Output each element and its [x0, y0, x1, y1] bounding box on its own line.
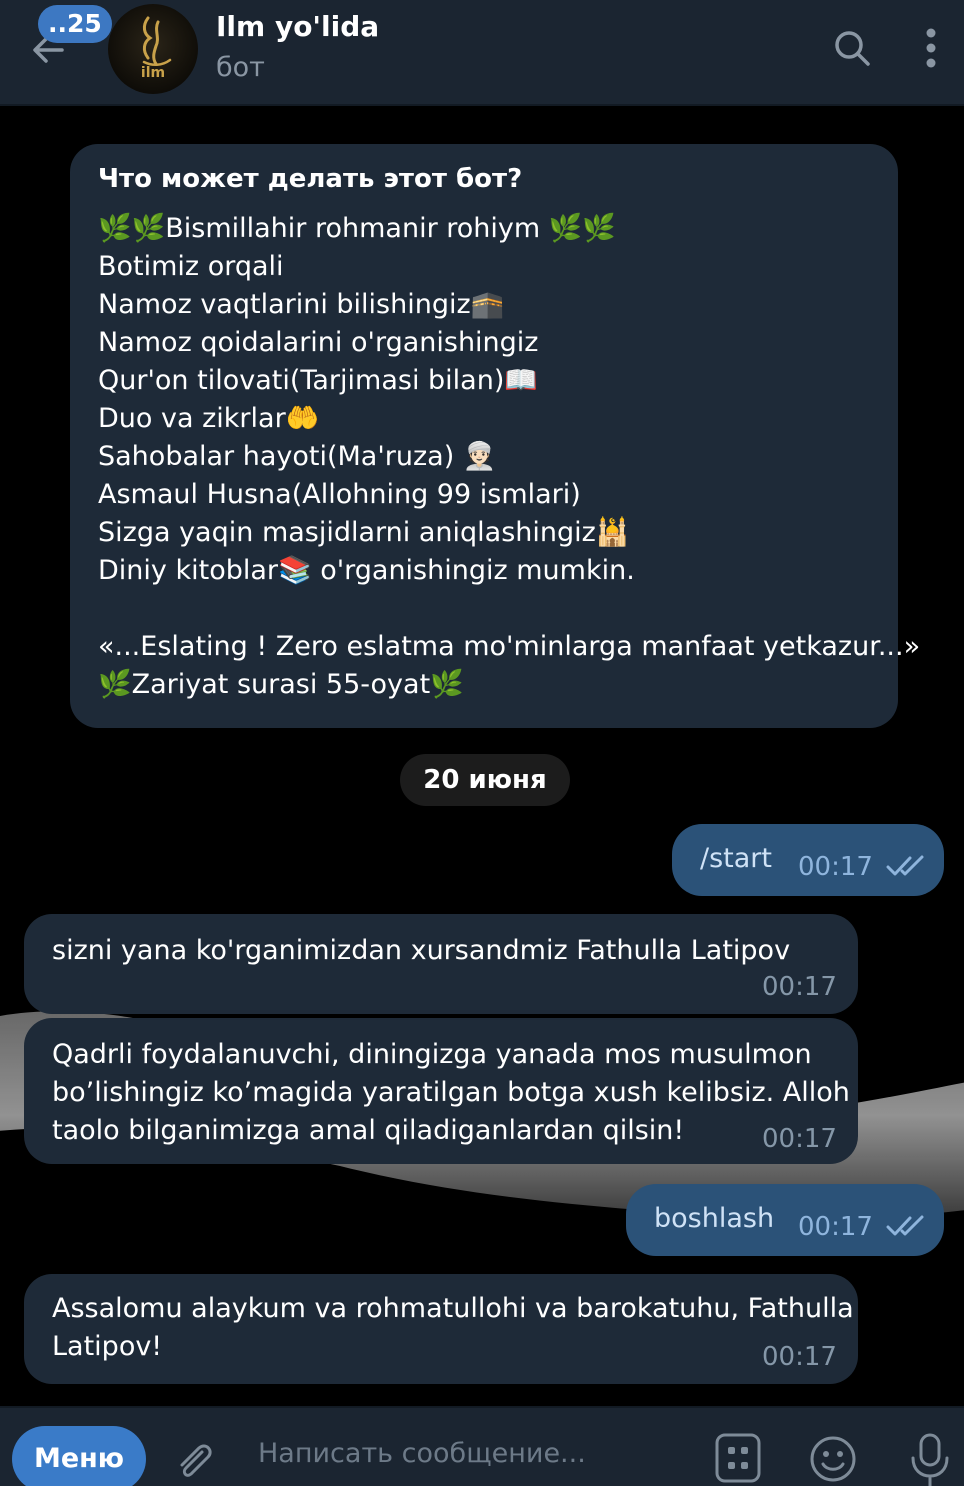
message-text: boshlash: [654, 1203, 775, 1234]
bot-description-card: Что может делать этот бот? 🌿🌿Bismillahir…: [70, 144, 921, 728]
message-text: sizni yana ko'rganimizdan xursandmiz Fat…: [52, 935, 791, 966]
intro-line: Namoz qoidalarini o'rganishingiz: [98, 327, 539, 358]
intro-line: Sahobalar hayoti(Ma'ruza) 👳🏻: [98, 441, 497, 472]
intro-line: Duo va zikrlar🤲: [98, 403, 320, 434]
composer-bar: Меню Написать сообщение...: [0, 1406, 964, 1486]
bot-avatar[interactable]: ilm: [108, 4, 198, 94]
message-time: 00:17: [762, 1342, 837, 1372]
outgoing-message[interactable]: boshlash 00:17: [626, 1184, 944, 1256]
double-check-icon: [886, 855, 924, 876]
message-text: /start: [700, 843, 772, 874]
message-line: Assalomu alaykum va rohmatullohi va baro…: [52, 1293, 854, 1324]
double-check-icon: [886, 1215, 924, 1236]
date-separator: 20 июня: [400, 754, 570, 806]
chat-title[interactable]: Ilm yo'lida: [216, 10, 379, 43]
message-time: 00:17: [798, 852, 873, 882]
intro-line: Botimiz orqali: [98, 251, 284, 282]
intro-line: Sizga yaqin masjidlarni aniqlashingiz🕌: [98, 517, 630, 548]
incoming-message[interactable]: Qadrli foydalanuvchi, diningizga yanada …: [24, 1018, 858, 1164]
message-time: 00:17: [762, 972, 837, 1002]
bot-description-title: Что может делать этот бот?: [98, 164, 523, 194]
microphone-icon[interactable]: [908, 1432, 952, 1486]
intro-line: 🌿🌿Bismillahir rohmanir rohiym 🌿🌿: [98, 213, 616, 244]
message-line: taolo bilganimizga amal qiladiganlardan …: [52, 1115, 685, 1146]
message-line: Latipov!: [52, 1331, 163, 1362]
incoming-message[interactable]: Assalomu alaykum va rohmatullohi va baro…: [24, 1274, 858, 1384]
intro-line: [98, 590, 870, 628]
chat-header: ..25 ilm Ilm yo'lida бот: [0, 0, 964, 106]
more-vertical-icon[interactable]: [918, 26, 944, 70]
emoji-icon[interactable]: [808, 1434, 858, 1484]
message-list[interactable]: Что может делать этот бот? 🌿🌿Bismillahir…: [0, 106, 964, 1406]
message-text: Assalomu alaykum va rohmatullohi va baro…: [52, 1290, 854, 1366]
message-time: 00:17: [762, 1124, 837, 1154]
avatar-text: ilm: [141, 65, 165, 81]
message-line: bo’lishingiz ko’magida yaratilgan botga …: [52, 1077, 850, 1108]
intro-line: Diniy kitoblar📚 o'rganishingiz mumkin.: [98, 555, 635, 586]
chat-subtitle: бот: [216, 52, 265, 83]
message-input[interactable]: Написать сообщение...: [258, 1438, 586, 1469]
outgoing-message[interactable]: /start 00:17: [672, 824, 944, 896]
message-time: 00:17: [798, 1212, 873, 1242]
intro-line: Qur'on tilovati(Tarjimasi bilan)📖: [98, 365, 538, 396]
message-text: Qadrli foydalanuvchi, diningizga yanada …: [52, 1036, 850, 1150]
bot-commands-icon[interactable]: [714, 1432, 762, 1484]
intro-line: «...Eslating ! Zero eslatma mo'minlarga …: [98, 631, 921, 662]
intro-line: Asmaul Husna(Allohning 99 ismlari): [98, 479, 581, 510]
message-line: Qadrli foydalanuvchi, diningizga yanada …: [52, 1039, 812, 1070]
bot-menu-button[interactable]: Меню: [12, 1426, 146, 1486]
ilm-logo-icon: ilm: [141, 16, 172, 81]
paperclip-icon[interactable]: [172, 1438, 218, 1484]
intro-line: Namoz vaqtlarini bilishingiz🕋: [98, 289, 505, 320]
search-icon[interactable]: [832, 28, 872, 68]
unread-badge: ..25: [38, 5, 112, 43]
incoming-message[interactable]: sizni yana ko'rganimizdan xursandmiz Fat…: [24, 914, 858, 1014]
intro-line: 🌿Zariyat surasi 55-oyat🌿: [98, 669, 464, 700]
